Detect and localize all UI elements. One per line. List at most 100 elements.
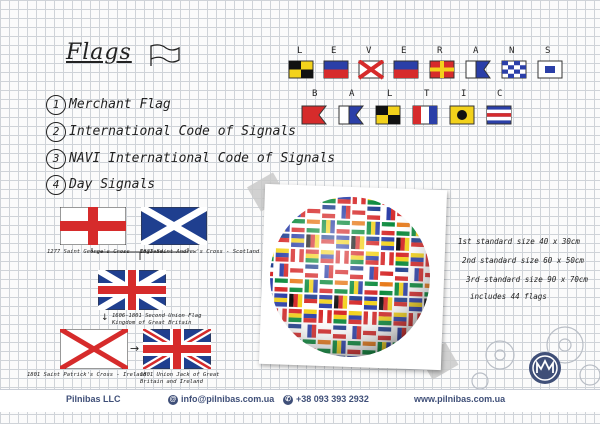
globe-flag-tile bbox=[302, 363, 315, 368]
globe-flag-tile bbox=[301, 358, 316, 360]
flag-ireland bbox=[60, 329, 128, 369]
globe-flag-tile bbox=[272, 342, 286, 348]
globe-flag-tile bbox=[392, 346, 406, 352]
globe-flag-tile bbox=[259, 278, 264, 291]
globe-flag-tile bbox=[267, 346, 271, 352]
list-item-2: 2 International Code of Signals bbox=[46, 122, 296, 142]
globe-flag-tile bbox=[426, 238, 433, 244]
globe-flag-tile bbox=[302, 347, 316, 353]
signal-flag-e bbox=[393, 60, 419, 79]
globe-flag-tile bbox=[267, 316, 272, 322]
globe-flag-tile bbox=[267, 301, 273, 307]
globe-flag-tile bbox=[292, 194, 306, 199]
globe-flag-tile bbox=[267, 342, 271, 347]
signal-letter: R bbox=[437, 46, 443, 56]
globe-flag-tile bbox=[280, 353, 286, 360]
globe-flag-tile bbox=[287, 338, 293, 352]
globe-flag-tile bbox=[366, 356, 371, 360]
globe-flag-tile bbox=[325, 355, 331, 360]
globe-flag-tile bbox=[401, 194, 407, 206]
globe-flag-tile bbox=[392, 362, 405, 367]
globe-flag-tile bbox=[287, 353, 301, 359]
list-item-1: 1 Merchant Flag bbox=[46, 95, 171, 115]
page-title: Flags bbox=[66, 40, 132, 65]
globe-flag-tile bbox=[426, 227, 433, 233]
globe-flag-tile bbox=[273, 327, 287, 333]
globe-flag-tile bbox=[267, 226, 275, 232]
globe-flag-tile bbox=[267, 217, 276, 223]
globe-flag-tile bbox=[280, 218, 286, 232]
globe-flag-tile bbox=[267, 307, 272, 313]
signal-flag-a bbox=[338, 105, 365, 125]
globe-flag-tile bbox=[407, 342, 421, 348]
photo-card bbox=[258, 183, 448, 371]
globe-flag-tile bbox=[427, 197, 433, 203]
flag-outline-icon bbox=[150, 44, 180, 66]
globe-flag-tile bbox=[407, 347, 421, 353]
globe-flag-tile bbox=[267, 292, 273, 298]
signal-letter: A bbox=[349, 89, 355, 99]
globe-flag-tile bbox=[311, 194, 317, 203]
signal-letter: V bbox=[366, 46, 372, 56]
globe-flag-tile bbox=[321, 354, 326, 360]
globe-flag-tile bbox=[267, 207, 276, 212]
signal-flag-s bbox=[537, 60, 563, 79]
globe-flag-tile bbox=[267, 232, 271, 247]
globe-flag-tile bbox=[307, 194, 313, 203]
globe-flag-tile bbox=[267, 297, 273, 302]
globe-flag-tile bbox=[267, 256, 274, 262]
globe-flag-tile bbox=[292, 197, 306, 203]
globe-flag-tile bbox=[277, 196, 291, 202]
globe-flag-tile bbox=[267, 337, 271, 343]
globe-flag-tile bbox=[272, 331, 287, 337]
signal-flag-n bbox=[501, 60, 527, 79]
list-item-4: 4 Day Signals bbox=[46, 175, 155, 195]
globe-flag-tile bbox=[267, 357, 271, 360]
globe-flag-tile bbox=[277, 211, 291, 217]
phone-icon: ✆ bbox=[283, 394, 293, 405]
globe-flag-tile bbox=[267, 222, 275, 227]
signal-flag-c bbox=[486, 105, 512, 125]
signal-flag-l bbox=[375, 105, 401, 125]
globe-flag-tile bbox=[332, 360, 345, 365]
globe-flag-tile bbox=[287, 362, 300, 367]
globe-flag-tile bbox=[361, 356, 367, 360]
signal-letter: E bbox=[331, 46, 337, 56]
globe-flag-tile bbox=[434, 254, 439, 267]
globe-flag-tile bbox=[267, 202, 276, 208]
footer-website[interactable]: www.pilnibas.com.ua bbox=[414, 394, 505, 404]
globe-flag-tile bbox=[302, 354, 316, 360]
globe-flag-tile bbox=[415, 358, 421, 360]
globe-flag-tile bbox=[432, 298, 433, 312]
caption-ireland: 1801 Saint Patrick's Cross - Ireland bbox=[27, 372, 147, 378]
signal-letter: N bbox=[509, 46, 515, 56]
globe-flag-tile bbox=[407, 332, 422, 338]
globe-flag-tile bbox=[426, 242, 433, 248]
globe-flag-tile bbox=[426, 223, 433, 229]
globe-flag-tile bbox=[406, 194, 412, 206]
signal-flag-e bbox=[323, 60, 349, 79]
globe-flag-tile bbox=[259, 361, 270, 366]
signal-letter: L bbox=[387, 89, 393, 99]
globe-flag-tile bbox=[267, 247, 274, 253]
globe-flag-tile bbox=[272, 338, 286, 344]
signal-flags-row-1 bbox=[288, 60, 563, 80]
globe-flag-tile bbox=[422, 358, 433, 360]
globe-flag-tile bbox=[322, 194, 336, 200]
globe-flag-tile bbox=[426, 343, 432, 357]
signal-flags-row-2 bbox=[301, 105, 512, 125]
globe-flag-tile bbox=[411, 358, 416, 360]
globe-flag-tile bbox=[412, 194, 426, 198]
globe-flag-tile bbox=[420, 223, 425, 237]
globe-flag-tile bbox=[267, 352, 271, 358]
globe-flag-tile bbox=[259, 323, 263, 336]
flag-union-1801 bbox=[143, 329, 211, 369]
globe-flag-tile bbox=[412, 212, 426, 218]
signal-flag-i bbox=[449, 105, 475, 125]
globe-flag-tile bbox=[423, 322, 433, 327]
globe-flag-tile bbox=[412, 201, 426, 207]
globe-flag-tile bbox=[269, 233, 275, 247]
footer-email[interactable]: @ info@pilnibas.com.ua bbox=[168, 394, 274, 405]
footer-phone[interactable]: ✆ +38 093 393 2932 bbox=[283, 394, 369, 405]
globe-flag-tile bbox=[267, 194, 272, 202]
